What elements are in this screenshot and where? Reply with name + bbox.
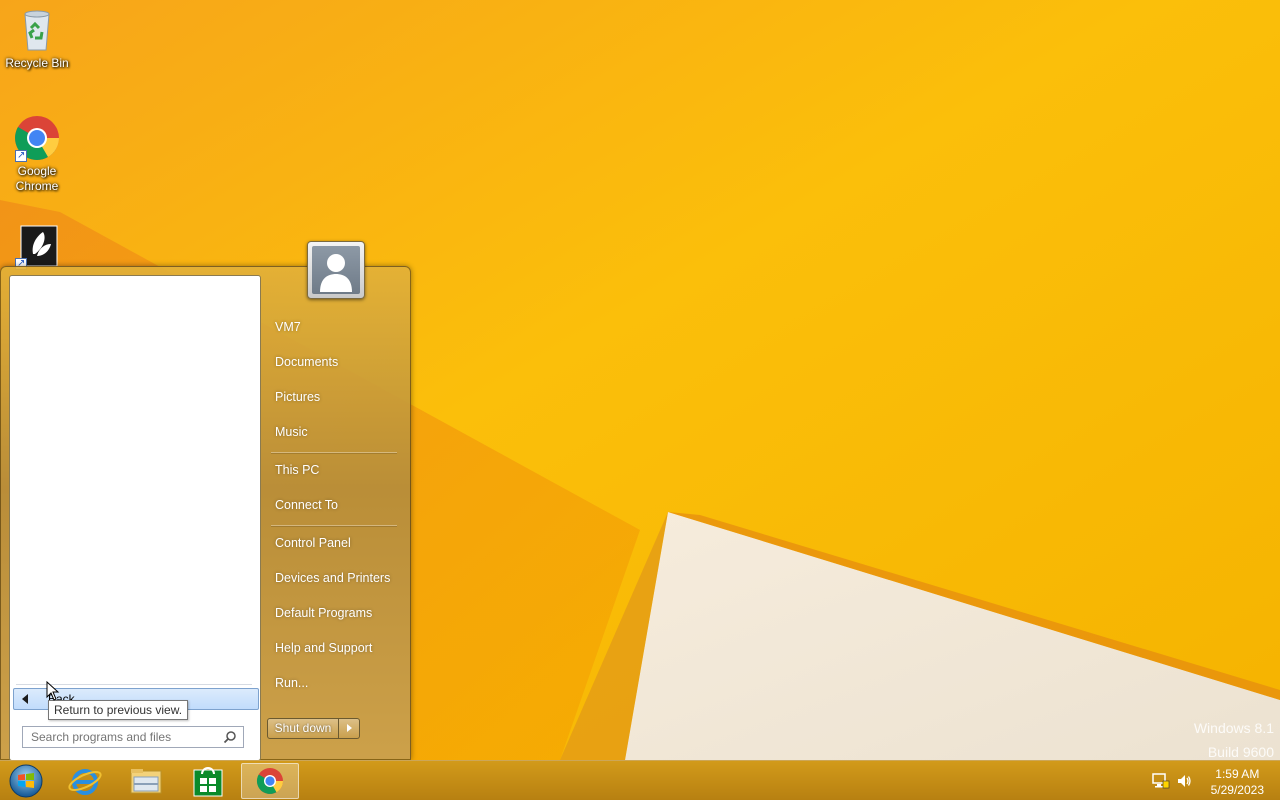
recycle-bin-icon: [13, 6, 61, 54]
start-item-control-panel[interactable]: Control Panel: [267, 528, 401, 558]
start-item-connect-to[interactable]: Connect To: [267, 490, 401, 520]
user-picture[interactable]: [307, 241, 365, 299]
search-icon[interactable]: [223, 730, 237, 744]
search-box[interactable]: [22, 726, 244, 748]
taskbar-store[interactable]: [179, 763, 237, 799]
taskbar-file-explorer[interactable]: [117, 763, 175, 799]
back-tooltip: Return to previous view.: [48, 700, 189, 720]
folder-icon: [130, 769, 162, 794]
desktop-icon-recycle-bin[interactable]: Recycle Bin: [1, 6, 73, 71]
network-icon[interactable]: [1152, 773, 1170, 789]
divider: [271, 452, 397, 453]
taskbar: 1:59 AM 5/29/2023: [0, 760, 1280, 800]
divider: [271, 525, 397, 526]
start-item-this-pc[interactable]: This PC: [267, 455, 401, 485]
user-avatar-icon: [312, 246, 360, 294]
start-item-user[interactable]: VM7: [267, 312, 401, 342]
start-item-pictures[interactable]: Pictures: [267, 382, 401, 412]
desktop-icon-label: Google Chrome: [15, 164, 59, 193]
taskbar-google-chrome[interactable]: [241, 763, 299, 799]
start-item-devices-and-printers[interactable]: Devices and Printers: [267, 563, 401, 593]
ie-icon: [68, 769, 102, 795]
back-arrow-icon: [22, 694, 28, 704]
desktop-icon-google-chrome[interactable]: Google Chrome: [1, 114, 73, 194]
taskbar-clock[interactable]: 1:59 AM 5/29/2023: [1211, 766, 1264, 798]
start-item-documents[interactable]: Documents: [267, 347, 401, 377]
mouse-cursor-icon: [46, 681, 60, 701]
shortcut-arrow-icon: [15, 148, 27, 163]
system-tray: 1:59 AM 5/29/2023: [1140, 761, 1280, 800]
start-item-help-and-support[interactable]: Help and Support: [267, 633, 401, 663]
start-item-default-programs[interactable]: Default Programs: [267, 598, 401, 628]
search-input[interactable]: [23, 727, 219, 747]
chrome-icon: [256, 768, 284, 794]
desktop-icon-app-shortcut[interactable]: [1, 222, 73, 272]
watermark-edition: Windows 8.1: [1193, 720, 1274, 736]
programs-list[interactable]: [10, 276, 260, 676]
start-menu: Back VM7 Documents Pictures Music This P…: [0, 266, 411, 761]
volume-icon[interactable]: [1176, 773, 1192, 789]
clock-date: 5/29/2023: [1210, 783, 1264, 797]
shutdown-button[interactable]: Shut down: [267, 718, 339, 739]
chrome-icon: [13, 114, 61, 163]
desktop-icon-label: Recycle Bin: [5, 56, 69, 70]
start-item-run[interactable]: Run...: [267, 668, 401, 698]
app-shortcut-icon: [13, 222, 61, 271]
chevron-right-icon: [347, 724, 352, 732]
windows-build-watermark: Windows 8.1 Build 9600: [1194, 716, 1274, 764]
shutdown-options-button[interactable]: [339, 718, 360, 739]
clock-time: 1:59 AM: [1215, 767, 1260, 781]
start-button[interactable]: [6, 763, 46, 799]
store-icon: [193, 767, 223, 797]
windows-orb-icon: [9, 764, 43, 798]
start-item-music[interactable]: Music: [267, 417, 401, 447]
taskbar-internet-explorer[interactable]: [56, 763, 114, 799]
